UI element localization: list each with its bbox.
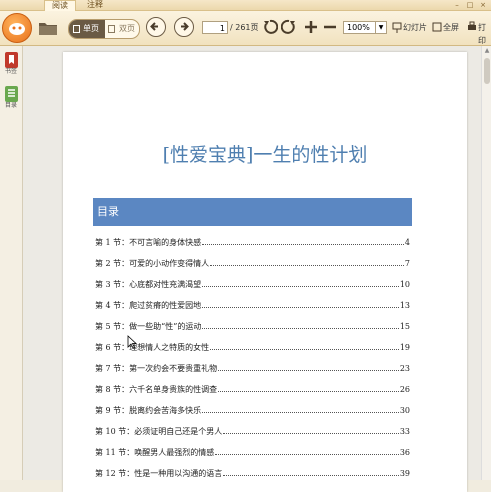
toc-entry-page: 23 [399,364,410,373]
arrow-left-icon [150,22,158,31]
toc-entry[interactable]: 第 8 节：六千名单身贵族的性调查 26 [95,381,410,395]
print-icon[interactable] [467,19,477,35]
tab-read[interactable]: 阅读 [44,0,76,11]
zoom-value: 100% [347,23,370,32]
toc-dot-leader [202,402,399,413]
page-mode-toggle: 单页 双页 [68,19,140,39]
toc-entry[interactable]: 第 9 节：脱离约会苦海多快乐 30 [95,402,410,416]
close-icon[interactable]: × [478,1,488,9]
page-total-label: / 261页 [230,23,259,32]
outline-icon [4,86,18,102]
sidebar-item-bookmarks[interactable]: 书签 [3,52,19,76]
double-page-label: 双页 [119,24,135,33]
minimize-icon[interactable]: – [452,1,462,9]
toc-entry-page: 33 [399,427,410,436]
chevron-down-icon: ▼ [375,22,386,33]
toc-dot-leader [210,255,404,266]
toc-entry-title: 第 8 节：六千名单身贵族的性调查 [95,385,218,394]
toc-entry-title: 第 9 节：脱离约会苦海多快乐 [95,406,202,415]
toc-entry-page: 39 [399,469,410,478]
toc-dot-leader [202,318,399,329]
single-page-button[interactable]: 单页 [69,20,105,38]
maximize-icon[interactable]: □ [465,1,475,9]
fullscreen-button[interactable]: 全屏 [443,21,459,34]
toc-entry[interactable]: 第 5 节：做一些助“性”的运动 15 [95,318,410,332]
toc-entry-page: 19 [399,343,410,352]
toc-dot-leader [223,465,399,476]
scrollbar-thumb[interactable] [484,58,490,84]
toc-entry-title: 第 11 节：唤醒男人最强烈的情感 [95,448,215,457]
toc-entry[interactable]: 第 4 节：爬过贫瘠的性爱园地 13 [95,297,410,311]
toc-dot-leader [215,444,399,455]
vertical-scrollbar[interactable]: ▲ [481,46,491,480]
toc-entry-title: 第 5 节：做一些助“性”的运动 [95,322,202,331]
document-page: [性爱宝典]一生的性计划 目录 第 1 节：不可言喻的身体快感 4 第 2 节：可爱… [63,52,467,492]
sidebar-item-label: 书签 [4,68,17,75]
toc-entry-title: 第 6 节：理想情人之特质的女性 [95,343,210,352]
toc-entry-title: 第 10 节：必须证明自己还是个男人 [95,427,223,436]
toc-entry-title: 第 1 节：不可言喻的身体快感 [95,238,202,247]
toc-dot-leader [210,339,399,350]
zoom-in-icon[interactable] [303,19,319,35]
arrow-right-icon [181,22,189,31]
double-page-icon [108,25,115,33]
toc-dot-leader [202,276,399,287]
toc-entry-title: 第 3 节：心底都对性充满渴望 [95,280,202,289]
next-page-button[interactable] [174,17,194,37]
toc-entry-title: 第 7 节：第一次约会不要贵重礼物 [95,364,218,373]
scroll-up-icon[interactable]: ▲ [483,48,491,54]
print-button[interactable]: 打印 [478,21,491,47]
zoom-out-icon[interactable] [322,19,338,35]
toc-dot-leader [218,360,399,371]
single-page-label: 单页 [83,24,99,33]
toc-entry[interactable]: 第 11 节：唤醒男人最强烈的情感 36 [95,444,410,458]
toc-dot-leader [202,297,399,308]
toc-entry-page: 13 [399,301,410,310]
document-viewer[interactable]: [性爱宝典]一生的性计划 目录 第 1 节：不可言喻的身体快感 4 第 2 节：可爱… [23,46,481,492]
toc-entry-page: 36 [399,448,410,457]
rotate-right-icon[interactable] [280,19,297,35]
toc-dot-leader [202,234,404,245]
single-page-icon [73,25,80,33]
toc-entry[interactable]: 第 7 节：第一次约会不要贵重礼物 23 [95,360,410,374]
slideshow-icon[interactable] [392,19,402,35]
left-sidebar: 书签 目录 [0,46,23,480]
fullscreen-icon[interactable] [432,19,442,35]
previous-page-button[interactable] [146,17,166,37]
tab-strip: 阅读 注释 – □ × [0,0,491,11]
rotate-left-icon[interactable] [262,19,279,35]
sidebar-item-outline[interactable]: 目录 [3,86,19,110]
toc-heading: 目录 [93,198,412,226]
toc-entry-title: 第 2 节：可爱的小动作变得情人 [95,259,210,268]
toc-entry-page: 26 [399,385,410,394]
toc-entry-title: 第 12 节：性是一种用以沟通的语言 [95,469,223,478]
page-number-input[interactable]: 1 [202,21,228,34]
toc-entry-page: 7 [404,259,410,268]
toc-entry-page: 15 [399,322,410,331]
toc-dot-leader [218,381,399,392]
tab-annotate[interactable]: 注释 [80,0,110,10]
toc-dot-leader [223,423,399,434]
bookmark-icon [4,52,18,68]
toc-entry-page: 10 [399,280,410,289]
double-page-button[interactable]: 双页 [105,20,139,38]
app-logo-icon[interactable] [2,13,32,43]
document-title: [性爱宝典]一生的性计划 [162,144,368,166]
toc-entry[interactable]: 第 12 节：性是一种用以沟通的语言 39 [95,465,410,479]
open-folder-icon[interactable] [38,20,58,36]
toc-entry[interactable]: 第 10 节：必须证明自己还是个男人 33 [95,423,410,437]
toc-entry-title: 第 4 节：爬过贫瘠的性爱园地 [95,301,202,310]
toc-entry[interactable]: 第 3 节：心底都对性充满渴望 10 [95,276,410,290]
toc-entry-page: 30 [399,406,410,415]
toc-entry[interactable]: 第 1 节：不可言喻的身体快感 4 [95,234,410,248]
zoom-select[interactable]: 100% ▼ [343,21,387,34]
toc-entry[interactable]: 第 6 节：理想情人之特质的女性 19 [95,339,410,353]
toc-entry[interactable]: 第 2 节：可爱的小动作变得情人 7 [95,255,410,269]
sidebar-item-label: 目录 [4,102,17,109]
toc-entry-page: 4 [404,238,410,247]
slideshow-button[interactable]: 幻灯片 [403,21,427,34]
